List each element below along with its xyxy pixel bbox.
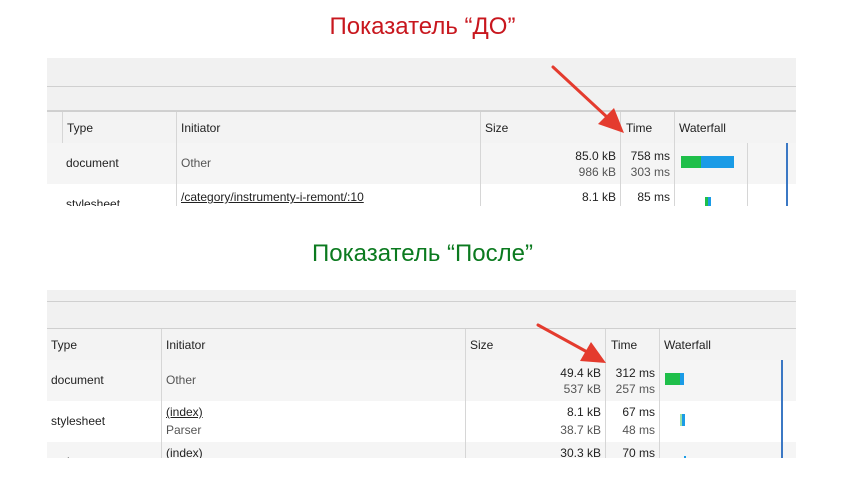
arrow-overlay <box>536 65 624 363</box>
arrow-to-time-before <box>551 65 624 133</box>
arrow-to-time-after <box>536 323 606 363</box>
